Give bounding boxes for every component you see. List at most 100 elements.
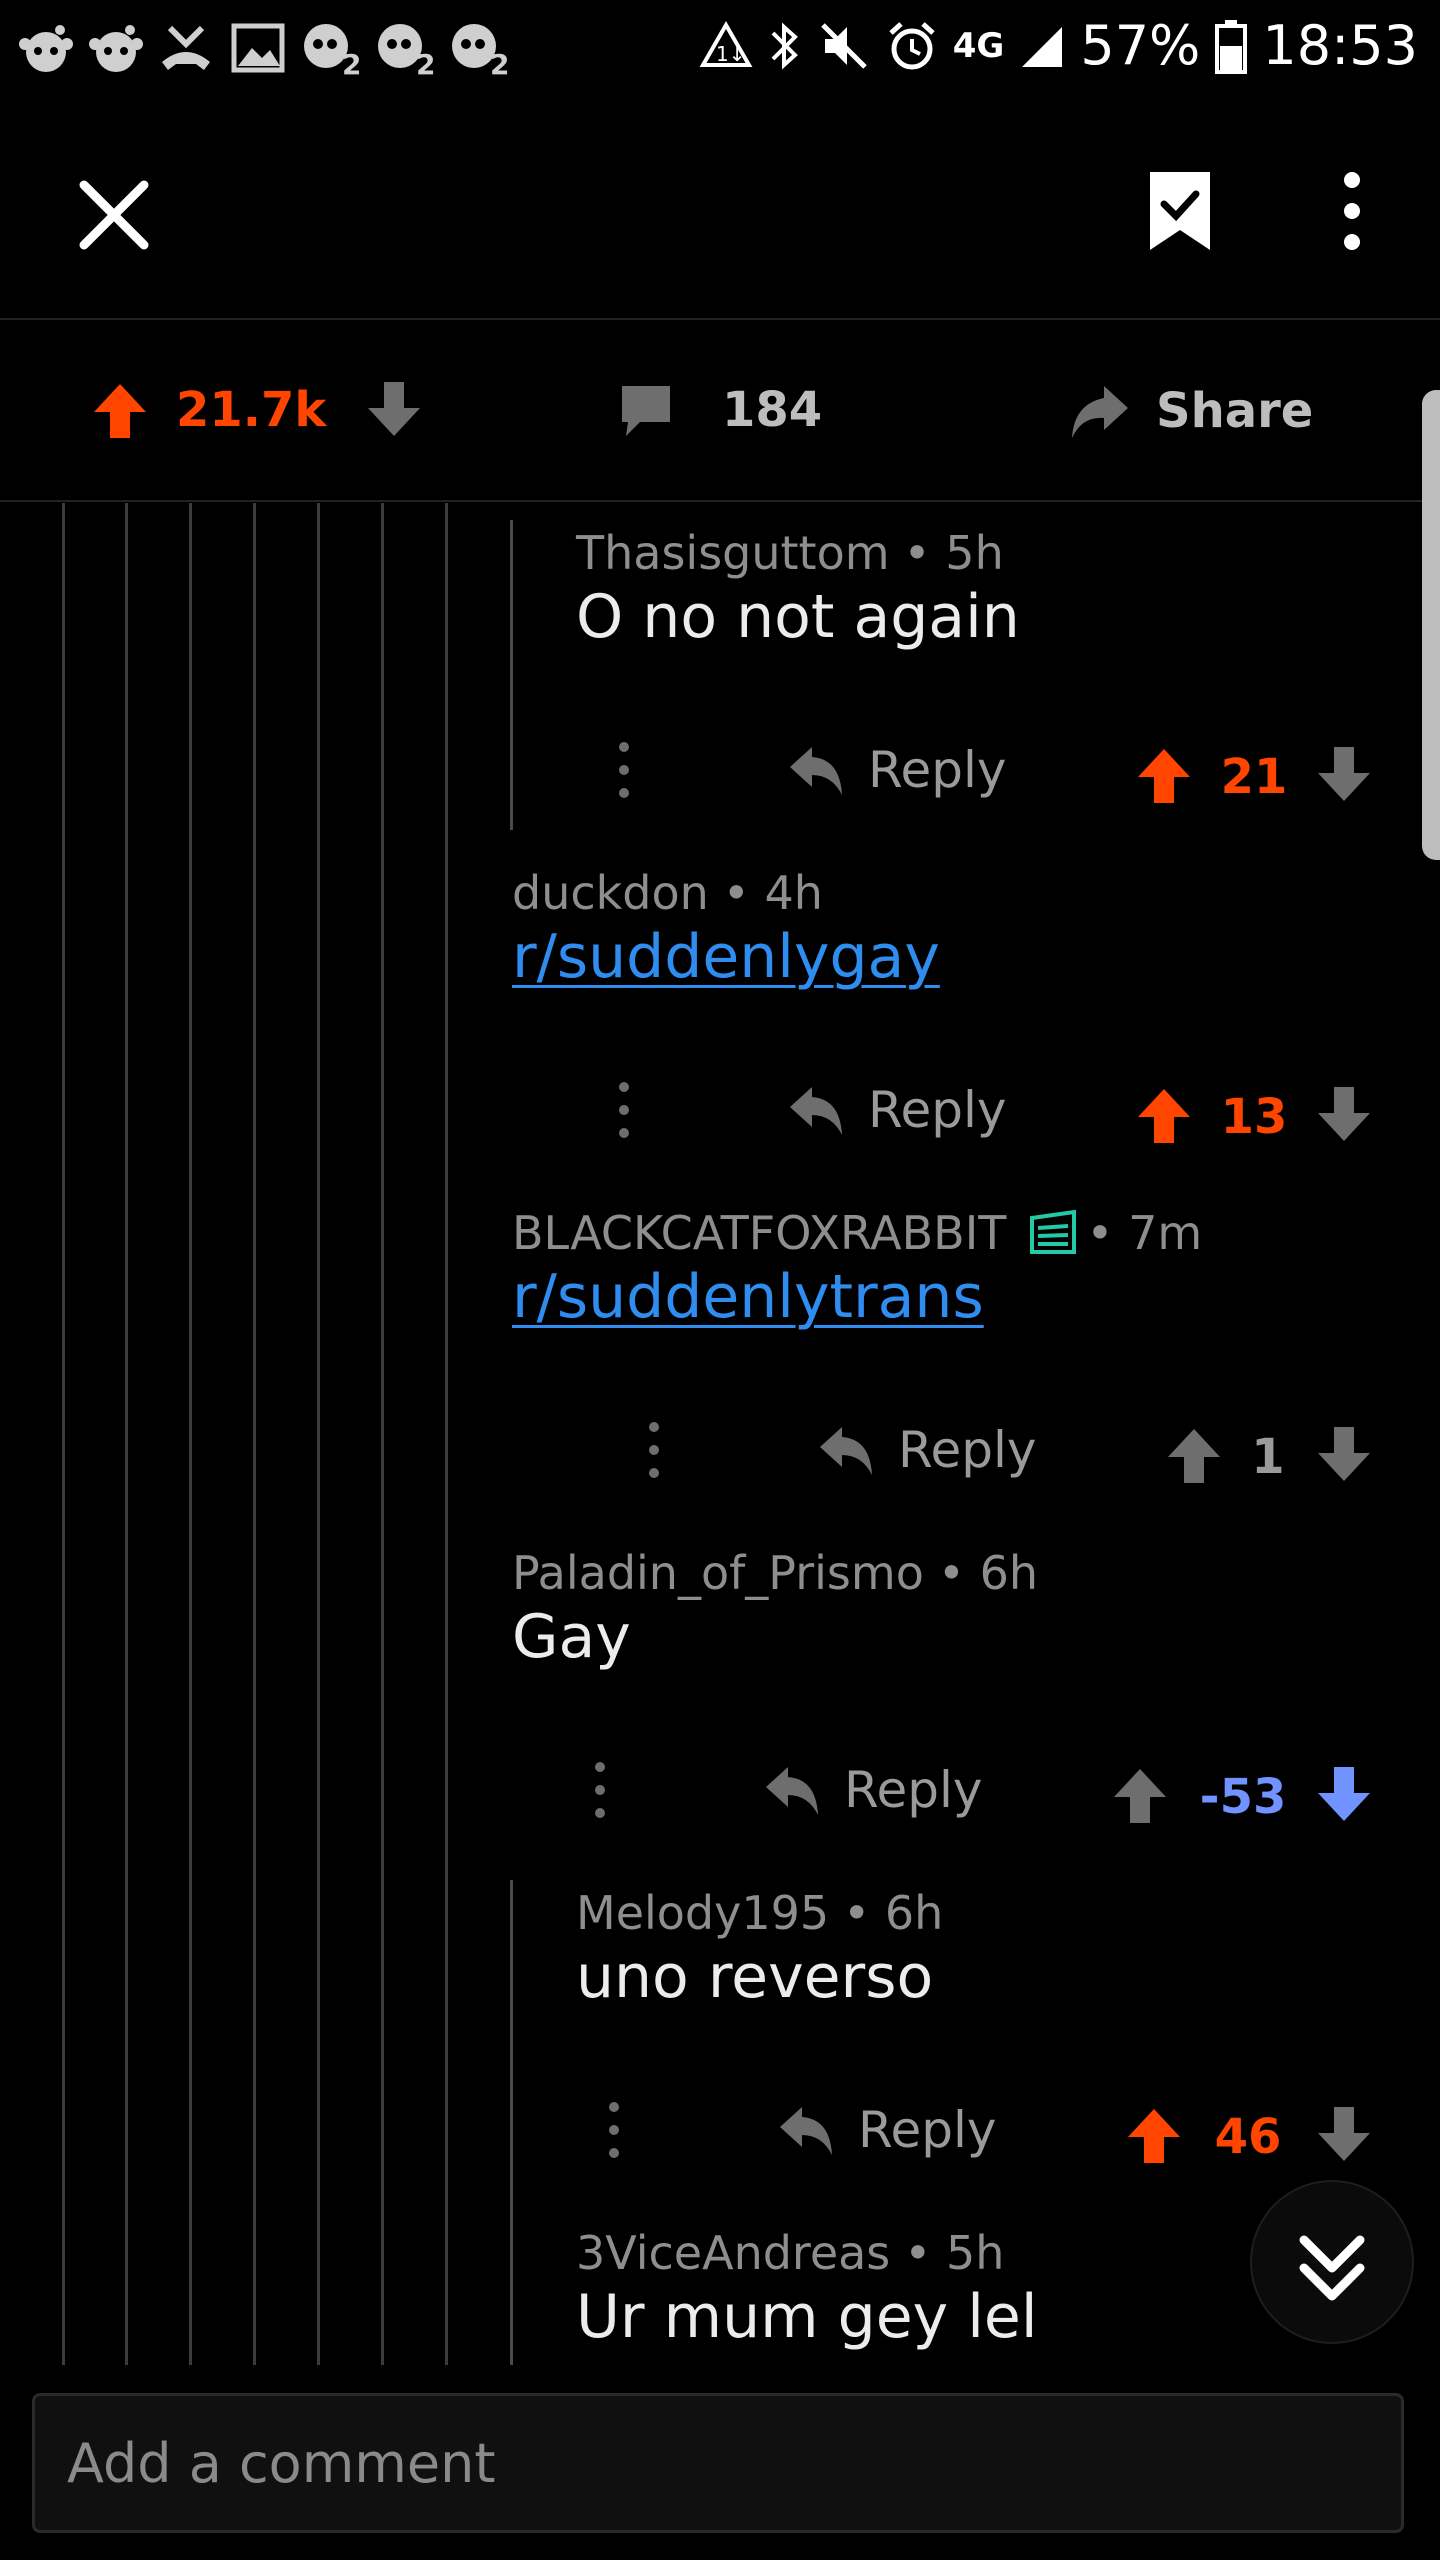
comment-meta: duckdon • 4h xyxy=(512,866,823,920)
upvote-icon[interactable] xyxy=(1134,1085,1194,1145)
reply-button[interactable]: Reply xyxy=(764,1761,982,1819)
downvote-icon[interactable] xyxy=(1314,745,1374,805)
comment-score: 21 xyxy=(1220,749,1288,805)
comment-author[interactable]: Melody195 xyxy=(576,1886,829,1940)
comment-count: 184 xyxy=(722,382,823,438)
comment-actions: Reply 13 xyxy=(0,1075,1440,1155)
comment-body: Gay xyxy=(512,1602,631,1672)
comment-author[interactable]: duckdon xyxy=(512,866,709,920)
more-options-icon[interactable] xyxy=(614,1075,634,1145)
plants-vs-zombies-icon: 2 xyxy=(378,24,435,78)
comment-time: • 6h xyxy=(843,1886,944,1940)
reply-button[interactable]: Reply xyxy=(788,741,1006,799)
upvote-icon[interactable] xyxy=(1110,1765,1170,1825)
plants-vs-zombies-icon: 2 xyxy=(304,24,361,78)
upvote-icon[interactable] xyxy=(1164,1425,1224,1485)
comment-score: 13 xyxy=(1220,1089,1288,1145)
reddit-icon xyxy=(89,25,143,72)
add-comment-input[interactable]: Add a comment xyxy=(32,2393,1404,2533)
more-options-icon[interactable] xyxy=(604,2095,624,2165)
comment-meta: Thasisguttom • 5h xyxy=(576,526,1004,580)
comment-actions: Reply 1 xyxy=(0,1415,1440,1495)
more-options-icon[interactable] xyxy=(614,735,634,805)
comment-body: Ur mum gey lel xyxy=(576,2282,1038,2352)
more-options-icon[interactable] xyxy=(1322,166,1382,256)
reply-arrow-icon xyxy=(790,1087,842,1135)
mute-icon xyxy=(820,22,867,69)
reply-arrow-icon xyxy=(766,1767,818,1815)
comment-meta: Melody195 • 6h xyxy=(576,1886,943,1940)
comment-time: • 7m xyxy=(1086,1206,1203,1260)
downvote-icon[interactable] xyxy=(364,380,424,440)
more-options-icon[interactable] xyxy=(644,1415,664,1485)
downvote-icon[interactable] xyxy=(1314,2105,1374,2165)
top-bar xyxy=(0,100,1440,320)
missed-call-icon xyxy=(162,25,210,70)
subreddit-link[interactable]: r/suddenlytrans xyxy=(512,1262,984,1332)
comment-meta: Paladin_of_Prismo • 6h xyxy=(512,1546,1038,1600)
downvote-icon[interactable] xyxy=(1314,1085,1374,1145)
image-icon xyxy=(231,23,285,73)
comment-actions: Reply -53 xyxy=(0,1755,1440,1835)
svg-text:1↓: 1↓ xyxy=(716,42,745,66)
upvote-icon[interactable] xyxy=(90,380,150,440)
share-arrow-icon xyxy=(1072,386,1128,438)
downvote-icon[interactable] xyxy=(1314,1425,1374,1485)
comment-time: • 5h xyxy=(904,2226,1005,2280)
comment-author[interactable]: Thasisguttom xyxy=(576,526,890,580)
comment-author[interactable]: 3ViceAndreas xyxy=(576,2226,890,2280)
reply-button[interactable]: Reply xyxy=(788,1081,1006,1139)
add-comment-placeholder: Add a comment xyxy=(67,2431,496,2495)
post-vote-group: 21.7k xyxy=(90,380,424,440)
comment-time: • 6h xyxy=(937,1546,1039,1600)
comment-author[interactable]: Paladin_of_Prismo xyxy=(512,1546,924,1600)
upvote-icon[interactable] xyxy=(1134,745,1194,805)
close-icon[interactable] xyxy=(74,175,154,255)
comment-time: • 4h xyxy=(722,866,823,920)
network-type: 4G xyxy=(952,25,1005,66)
more-options-icon[interactable] xyxy=(590,1755,610,1825)
comment-meta: BLACKCATFOXRABBIT • 7m xyxy=(512,1206,1202,1260)
battery-icon xyxy=(1215,19,1248,74)
reply-button[interactable]: Reply xyxy=(778,2101,996,2159)
svg-text:2: 2 xyxy=(490,48,509,78)
comment-actions: Reply 46 xyxy=(0,2095,1440,2175)
comment-score: 46 xyxy=(1214,2109,1282,2165)
comment-body: O no not again xyxy=(576,582,1020,652)
share-button[interactable]: Share xyxy=(1068,380,1313,442)
reply-button[interactable]: Reply xyxy=(818,1421,1036,1479)
reply-arrow-icon xyxy=(820,1427,872,1475)
svg-text:2: 2 xyxy=(416,48,435,78)
comment-score: -53 xyxy=(1199,1769,1287,1825)
battery-percentage: 57% xyxy=(1080,14,1201,77)
share-label: Share xyxy=(1156,383,1314,439)
post-score: 21.7k xyxy=(176,382,327,438)
bluetooth-icon xyxy=(771,21,798,70)
comment-time: • 5h xyxy=(903,526,1004,580)
reddit-icon xyxy=(19,25,73,72)
mod-flair-icon xyxy=(1030,1209,1077,1254)
comment-bubble-icon xyxy=(622,386,670,436)
comment-actions: Reply 21 xyxy=(0,735,1440,815)
upvote-icon[interactable] xyxy=(1124,2105,1184,2165)
comments-button[interactable]: 184 xyxy=(618,380,822,440)
svg-text:2: 2 xyxy=(342,48,361,78)
comment-author[interactable]: BLACKCATFOXRABBIT xyxy=(512,1206,1006,1260)
comment-score: 1 xyxy=(1251,1429,1285,1485)
subreddit-link[interactable]: r/suddenlygay xyxy=(512,922,940,992)
next-comment-button[interactable] xyxy=(1250,2180,1414,2344)
post-action-bar: 21.7k 184 Share xyxy=(0,320,1440,502)
status-bar: 2 2 2 1↓ 4G 57% 18:53 xyxy=(0,0,1440,100)
alarm-icon xyxy=(889,21,935,69)
reply-arrow-icon xyxy=(780,2107,832,2155)
clock: 18:53 xyxy=(1262,14,1418,77)
reply-arrow-icon xyxy=(790,747,842,795)
double-chevron-down-icon xyxy=(1299,2235,1365,2301)
comment-meta: 3ViceAndreas • 5h xyxy=(576,2226,1004,2280)
signal-icon xyxy=(1022,26,1063,67)
plants-vs-zombies-icon: 2 xyxy=(452,24,509,78)
downvote-icon[interactable] xyxy=(1314,1765,1374,1825)
comment-body: uno reverso xyxy=(576,1942,934,2012)
saved-bookmark-icon[interactable] xyxy=(1140,166,1220,256)
data-saver-icon: 1↓ xyxy=(699,20,753,67)
